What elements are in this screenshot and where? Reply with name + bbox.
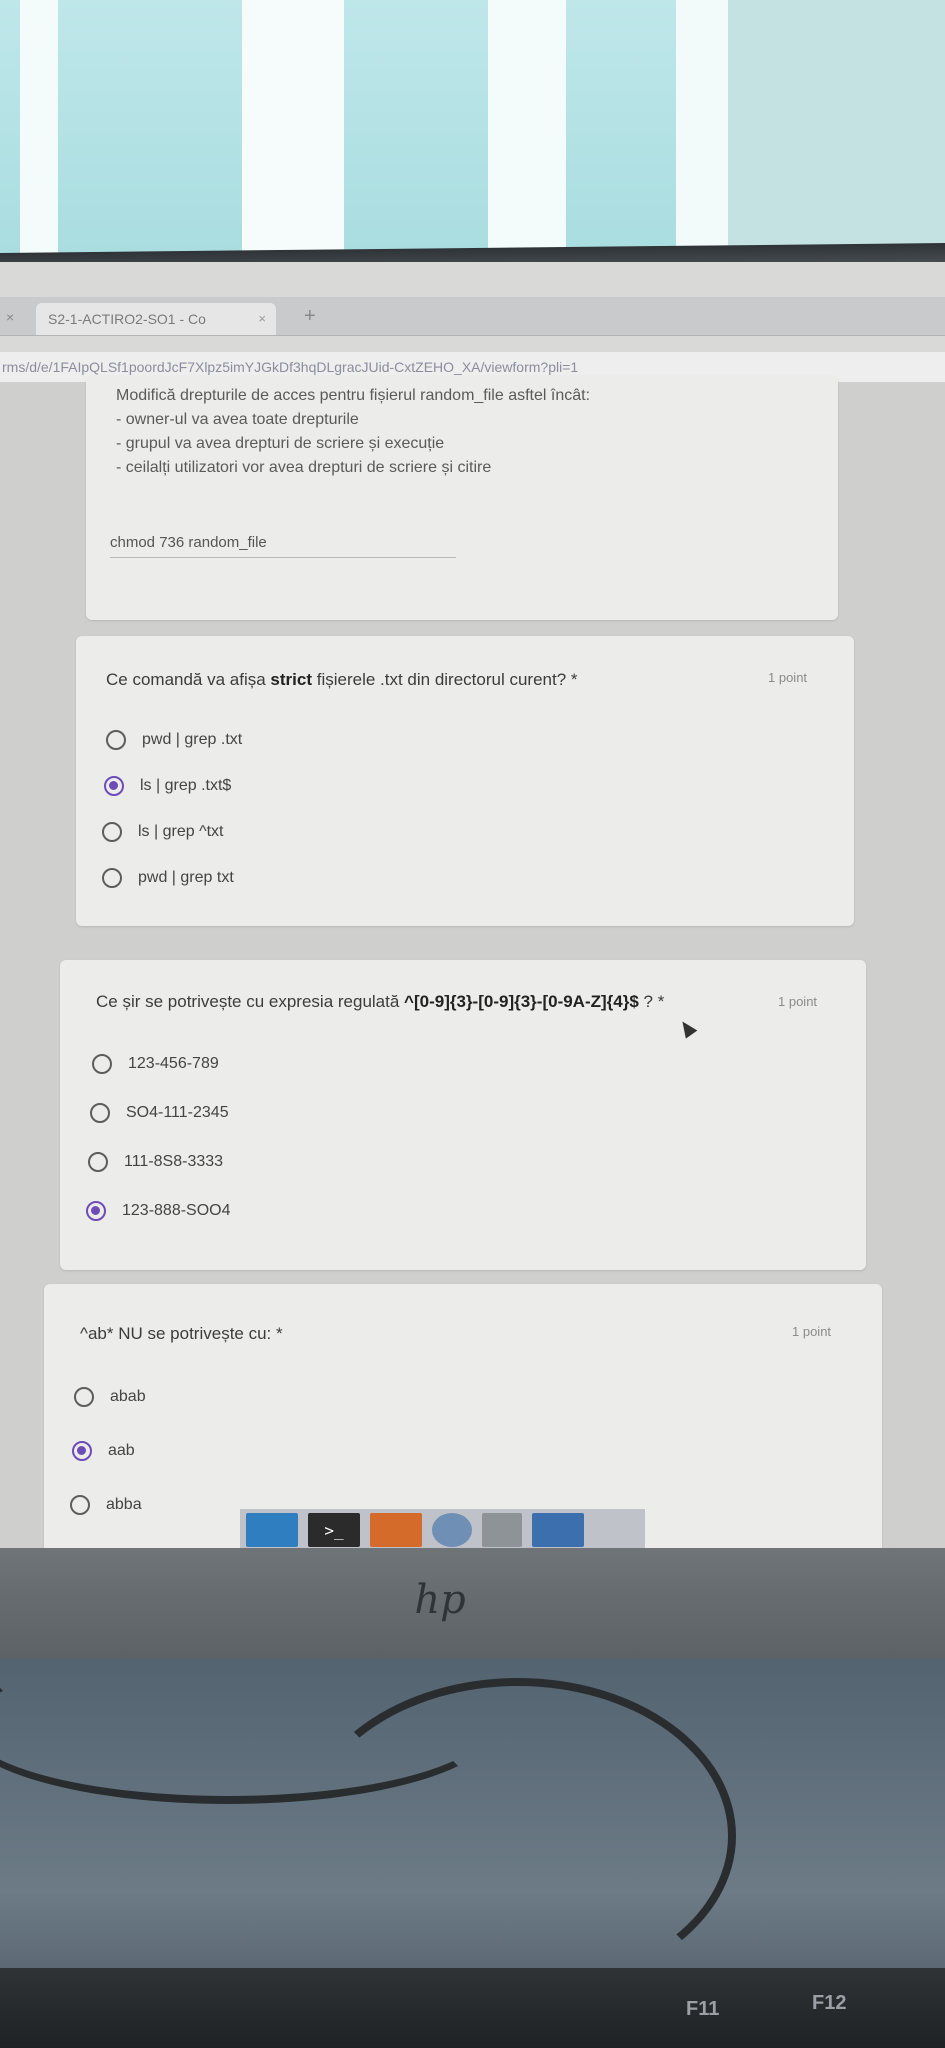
- key-f11: F11: [686, 1998, 720, 2020]
- answer-text: chmod 736 random_file: [110, 534, 267, 551]
- option-label: abab: [110, 1388, 146, 1405]
- radio-option[interactable]: pwd | grep .txt: [106, 730, 242, 750]
- option-label: 123-456-789: [128, 1055, 219, 1072]
- points-label: 1 point: [768, 670, 808, 685]
- url-text: rms/d/e/1FAIpQLSf1poordJcF7Xlpz5imYJGkDf…: [2, 359, 579, 375]
- monitor-screen: × S2-1-ACTIRO2-SO1 - Co × + rms/d/e/1FAI…: [0, 262, 945, 1550]
- option-label: SO4-111-2345: [126, 1104, 229, 1121]
- question-line: - owner-ul va avea toate drepturile: [116, 411, 359, 428]
- option-label: aab: [108, 1442, 135, 1459]
- question-title: Ce șir se potrivește cu expresia regulat…: [96, 992, 665, 1011]
- option-label: 111-8S8-3333: [124, 1153, 224, 1170]
- web-browser-icon[interactable]: [432, 1513, 472, 1547]
- short-answer-field[interactable]: chmod 736 random_file: [110, 534, 456, 558]
- radio-button[interactable]: [88, 1152, 108, 1172]
- google-form: Modifică drepturile de acces pentru fiși…: [0, 376, 945, 1550]
- radio-button[interactable]: [92, 1054, 112, 1074]
- question-line: - grupul va avea drepturi de scriere și …: [116, 435, 445, 452]
- workspace-icon[interactable]: [532, 1513, 584, 1547]
- radio-option[interactable]: 123-888-SOO4: [86, 1201, 231, 1221]
- radio-option[interactable]: ls | grep .txt$: [104, 776, 231, 796]
- option-label: abba: [106, 1496, 142, 1513]
- option-label: pwd | grep txt: [138, 869, 234, 886]
- close-icon[interactable]: ×: [6, 309, 14, 325]
- question-title: ^ab* NU se potrivește cu: *: [80, 1324, 283, 1343]
- radio-option[interactable]: abab: [74, 1387, 146, 1407]
- radio-button[interactable]: [102, 822, 122, 842]
- radio-button-selected[interactable]: [86, 1201, 106, 1221]
- show-desktop-icon[interactable]: [246, 1513, 298, 1547]
- tab-close-icon[interactable]: ×: [258, 303, 266, 335]
- keyboard: F11 F12: [0, 1968, 945, 2048]
- radio-option[interactable]: SO4-111-2345: [90, 1103, 229, 1123]
- search-icon[interactable]: [482, 1513, 522, 1547]
- radio-option[interactable]: 123-456-789: [92, 1054, 219, 1074]
- points-label: 1 point: [778, 994, 818, 1009]
- new-tab-button[interactable]: +: [304, 305, 316, 328]
- question-card-txt: Ce comandă va afișa strict fișierele .tx…: [76, 636, 854, 926]
- question-title: Ce comandă va afișa strict fișierele .tx…: [106, 670, 578, 689]
- radio-option[interactable]: pwd | grep txt: [102, 868, 234, 888]
- option-label: ls | grep ^txt: [138, 823, 224, 840]
- window-blinds-background: [0, 0, 945, 255]
- key-f12: F12: [812, 1992, 847, 2014]
- radio-option[interactable]: abba: [70, 1495, 142, 1515]
- file-manager-icon[interactable]: [370, 1513, 422, 1547]
- radio-button[interactable]: [90, 1103, 110, 1123]
- question-line: Modifică drepturile de acces pentru fiși…: [116, 387, 591, 404]
- radio-button[interactable]: [70, 1495, 90, 1515]
- radio-option[interactable]: aab: [72, 1441, 135, 1461]
- radio-button-selected[interactable]: [104, 776, 124, 796]
- tab-title: S2-1-ACTIRO2-SO1 - Co: [48, 311, 206, 327]
- question-line: - ceilalți utilizatori vor avea drepturi…: [116, 459, 492, 476]
- cable: [300, 1678, 736, 1994]
- option-label: pwd | grep .txt: [142, 731, 243, 748]
- radio-option[interactable]: ls | grep ^txt: [102, 822, 223, 842]
- hp-logo-icon: hp: [414, 1577, 466, 1623]
- radio-option[interactable]: 111-8S8-3333: [88, 1152, 223, 1172]
- terminal-glyph: >_: [324, 1520, 344, 1540]
- option-label: 123-888-SOO4: [122, 1202, 231, 1219]
- radio-button[interactable]: [74, 1387, 94, 1407]
- question-card-chmod: Modifică drepturile de acces pentru fiși…: [86, 376, 838, 620]
- radio-button[interactable]: [102, 868, 122, 888]
- radio-button-selected[interactable]: [72, 1441, 92, 1461]
- monitor-bottom-bezel: [0, 1548, 945, 1658]
- radio-button[interactable]: [106, 730, 126, 750]
- browser-tab[interactable]: S2-1-ACTIRO2-SO1 - Co ×: [36, 303, 276, 335]
- terminal-icon[interactable]: >_: [308, 1513, 360, 1547]
- option-label: ls | grep .txt$: [140, 777, 232, 794]
- points-label: 1 point: [792, 1324, 832, 1339]
- desktop-taskbar: >_: [240, 1509, 645, 1550]
- browser-tab-bar: × S2-1-ACTIRO2-SO1 - Co × +: [0, 297, 945, 336]
- question-card-regex: Ce șir se potrivește cu expresia regulat…: [60, 960, 866, 1270]
